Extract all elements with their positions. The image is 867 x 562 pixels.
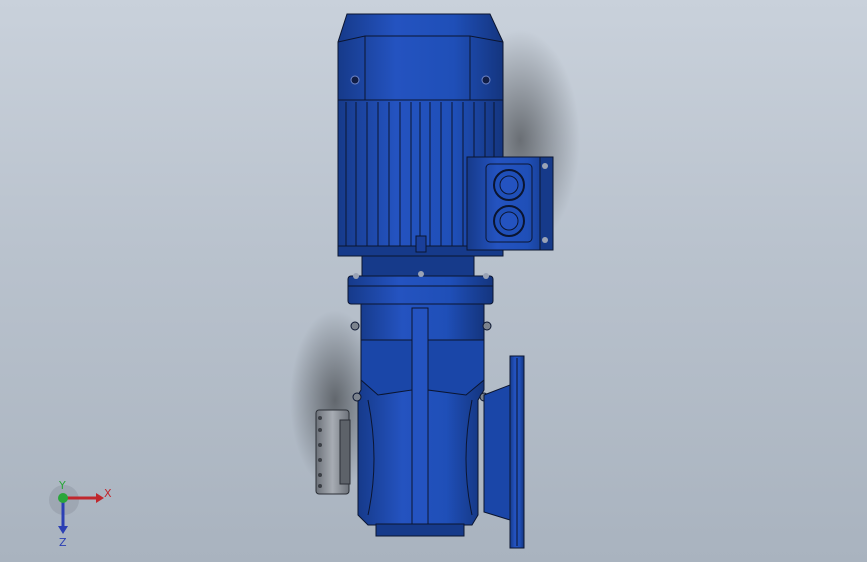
motor-neck — [361, 255, 475, 277]
flange-bolt[interactable] — [353, 273, 359, 279]
motor-flange[interactable] — [347, 275, 494, 305]
y-axis-label: Y — [58, 480, 66, 492]
gearbox-center-rib — [411, 307, 429, 525]
gearmotor-model[interactable] — [0, 0, 867, 562]
output-hub-ring — [339, 419, 351, 485]
z-axis-arrowhead — [58, 526, 68, 534]
terminal-box-lid — [539, 156, 554, 251]
gearbox-plug[interactable] — [352, 392, 362, 402]
y-axis-dot — [58, 493, 68, 503]
z-axis-label: Z — [59, 536, 67, 549]
motor-end-cap[interactable] — [337, 13, 504, 101]
gearbox-foot — [375, 523, 465, 537]
x-axis-label: X — [104, 487, 112, 500]
cable-gland-inner — [499, 211, 519, 231]
coordinate-triad: X Y Z — [49, 480, 112, 549]
cap-screw[interactable] — [481, 75, 491, 85]
cable-gland-inner — [499, 175, 519, 195]
output-flange-boss — [483, 384, 511, 521]
flange-bolt[interactable] — [418, 271, 424, 277]
gearbox-plug[interactable] — [482, 321, 492, 331]
gearbox-rib — [427, 339, 485, 396]
cap-screw[interactable] — [350, 75, 360, 85]
terminal-screw[interactable] — [542, 237, 548, 243]
gearbox-plug[interactable] — [350, 321, 360, 331]
eye-bolt[interactable] — [415, 235, 427, 253]
x-axis-arrowhead — [96, 493, 104, 503]
terminal-screw[interactable] — [542, 163, 548, 169]
gearbox-rib — [360, 339, 413, 396]
flange-bolt[interactable] — [483, 273, 489, 279]
cad-viewport[interactable]: X Y Z — [0, 0, 867, 562]
